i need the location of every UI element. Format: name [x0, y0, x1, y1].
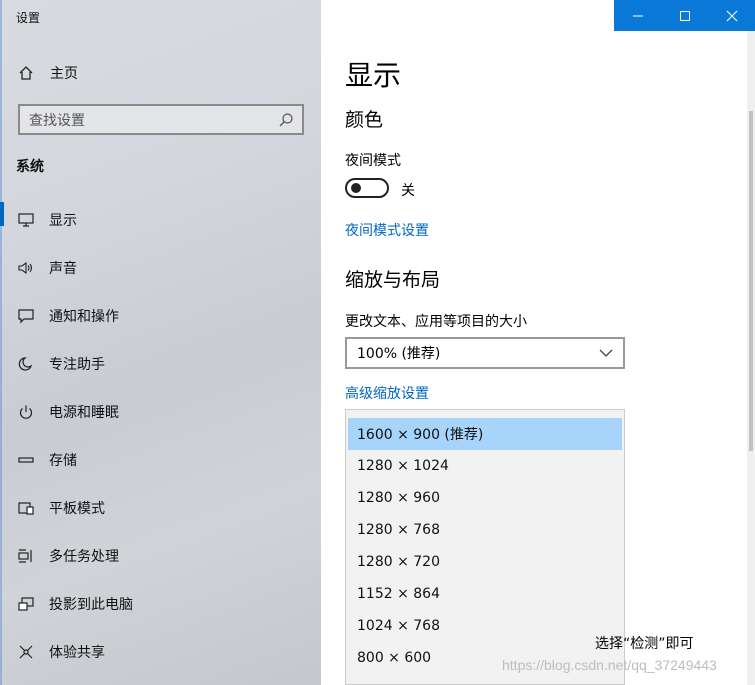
resolution-option[interactable]: 1024 × 768: [346, 610, 624, 642]
sidebar-item-label: 电源和睡眠: [49, 405, 119, 421]
multitask-icon: [17, 547, 35, 565]
toggle-knob: [351, 183, 361, 193]
storage-icon: [17, 451, 35, 469]
resolution-option[interactable]: 1280 × 768: [346, 514, 624, 546]
resolution-option-selected[interactable]: 1600 × 900 (推荐): [348, 418, 622, 450]
night-mode-toggle[interactable]: [345, 178, 389, 198]
night-mode-state: 关: [401, 183, 415, 199]
sidebar-item-label: 平板模式: [49, 501, 105, 517]
home-link[interactable]: 主页: [18, 62, 78, 84]
resolution-option[interactable]: 1152 × 864: [346, 578, 624, 610]
scrollbar-thumb[interactable]: [749, 111, 753, 451]
sidebar-nav: 显示 声音 通知和操作 专注助手 电源和睡眠 存储 平板模式 多任务处理 投影到…: [0, 196, 321, 676]
sidebar-item-label: 专注助手: [49, 357, 105, 373]
moon-icon: [17, 355, 35, 373]
watermark: https://blog.csdn.net/qq_37249443: [502, 657, 717, 673]
sidebar-item-shared-experiences[interactable]: 体验共享: [0, 628, 321, 676]
search-placeholder: 查找设置: [29, 112, 85, 129]
monitor-icon: [17, 211, 35, 229]
share-icon: [17, 643, 35, 661]
search-input[interactable]: 查找设置: [18, 104, 304, 135]
advanced-scaling-link[interactable]: 高级缩放设置: [345, 383, 429, 403]
section-title: 系统: [16, 159, 44, 175]
page-title: 显示: [345, 59, 402, 92]
resolution-option[interactable]: 1280 × 720: [346, 546, 624, 578]
speaker-icon: [17, 259, 35, 277]
sidebar-item-label: 显示: [49, 213, 77, 229]
sidebar-item-focus-assist[interactable]: 专注助手: [0, 340, 321, 388]
home-label: 主页: [50, 66, 78, 82]
resolution-option[interactable]: 1280 × 960: [346, 482, 624, 514]
color-heading: 颜色: [345, 109, 384, 131]
sidebar-item-label: 存储: [49, 453, 77, 469]
detect-hint-text: 选择“检测”即可: [595, 636, 694, 652]
sidebar-item-label: 多任务处理: [49, 549, 119, 565]
sidebar-item-label: 体验共享: [49, 645, 105, 661]
sidebar-item-display[interactable]: 显示: [0, 196, 321, 244]
scale-select-value: 100% (推荐): [357, 346, 441, 362]
scale-heading: 缩放与布局: [345, 269, 441, 291]
text-size-label: 更改文本、应用等项目的大小: [345, 314, 527, 330]
sidebar-item-power[interactable]: 电源和睡眠: [0, 388, 321, 436]
sidebar: 设置 主页 查找设置 系统 显示 声音 通知和操作 专注助手 电源和睡眠 存储 …: [0, 0, 321, 685]
search-icon[interactable]: [278, 112, 294, 128]
notification-icon: [17, 307, 35, 325]
power-icon: [17, 403, 35, 421]
home-icon: [18, 65, 34, 81]
project-icon: [17, 595, 35, 613]
sidebar-item-label: 通知和操作: [49, 309, 119, 325]
sidebar-item-label: 投影到此电脑: [49, 597, 133, 613]
sidebar-item-sound[interactable]: 声音: [0, 244, 321, 292]
scrollbar[interactable]: [747, 31, 755, 685]
sidebar-item-storage[interactable]: 存储: [0, 436, 321, 484]
scale-select[interactable]: 100% (推荐): [345, 337, 625, 369]
sidebar-item-project[interactable]: 投影到此电脑: [0, 580, 321, 628]
tablet-icon: [17, 499, 35, 517]
sidebar-item-notifications[interactable]: 通知和操作: [0, 292, 321, 340]
night-mode-settings-link[interactable]: 夜间模式设置: [345, 220, 429, 240]
chevron-down-icon: [599, 349, 613, 357]
main-panel: 显示 颜色 夜间模式 关 夜间模式设置 缩放与布局 更改文本、应用等项目的大小 …: [321, 0, 755, 685]
sidebar-item-multitasking[interactable]: 多任务处理: [0, 532, 321, 580]
night-mode-label: 夜间模式: [345, 153, 401, 169]
sidebar-item-label: 声音: [49, 261, 77, 277]
resolution-dropdown: 1600 × 900 (推荐) 1280 × 1024 1280 × 960 1…: [345, 409, 625, 685]
resolution-option[interactable]: 1280 × 1024: [346, 450, 624, 482]
sidebar-item-tablet[interactable]: 平板模式: [0, 484, 321, 532]
window-title: 设置: [16, 11, 41, 25]
